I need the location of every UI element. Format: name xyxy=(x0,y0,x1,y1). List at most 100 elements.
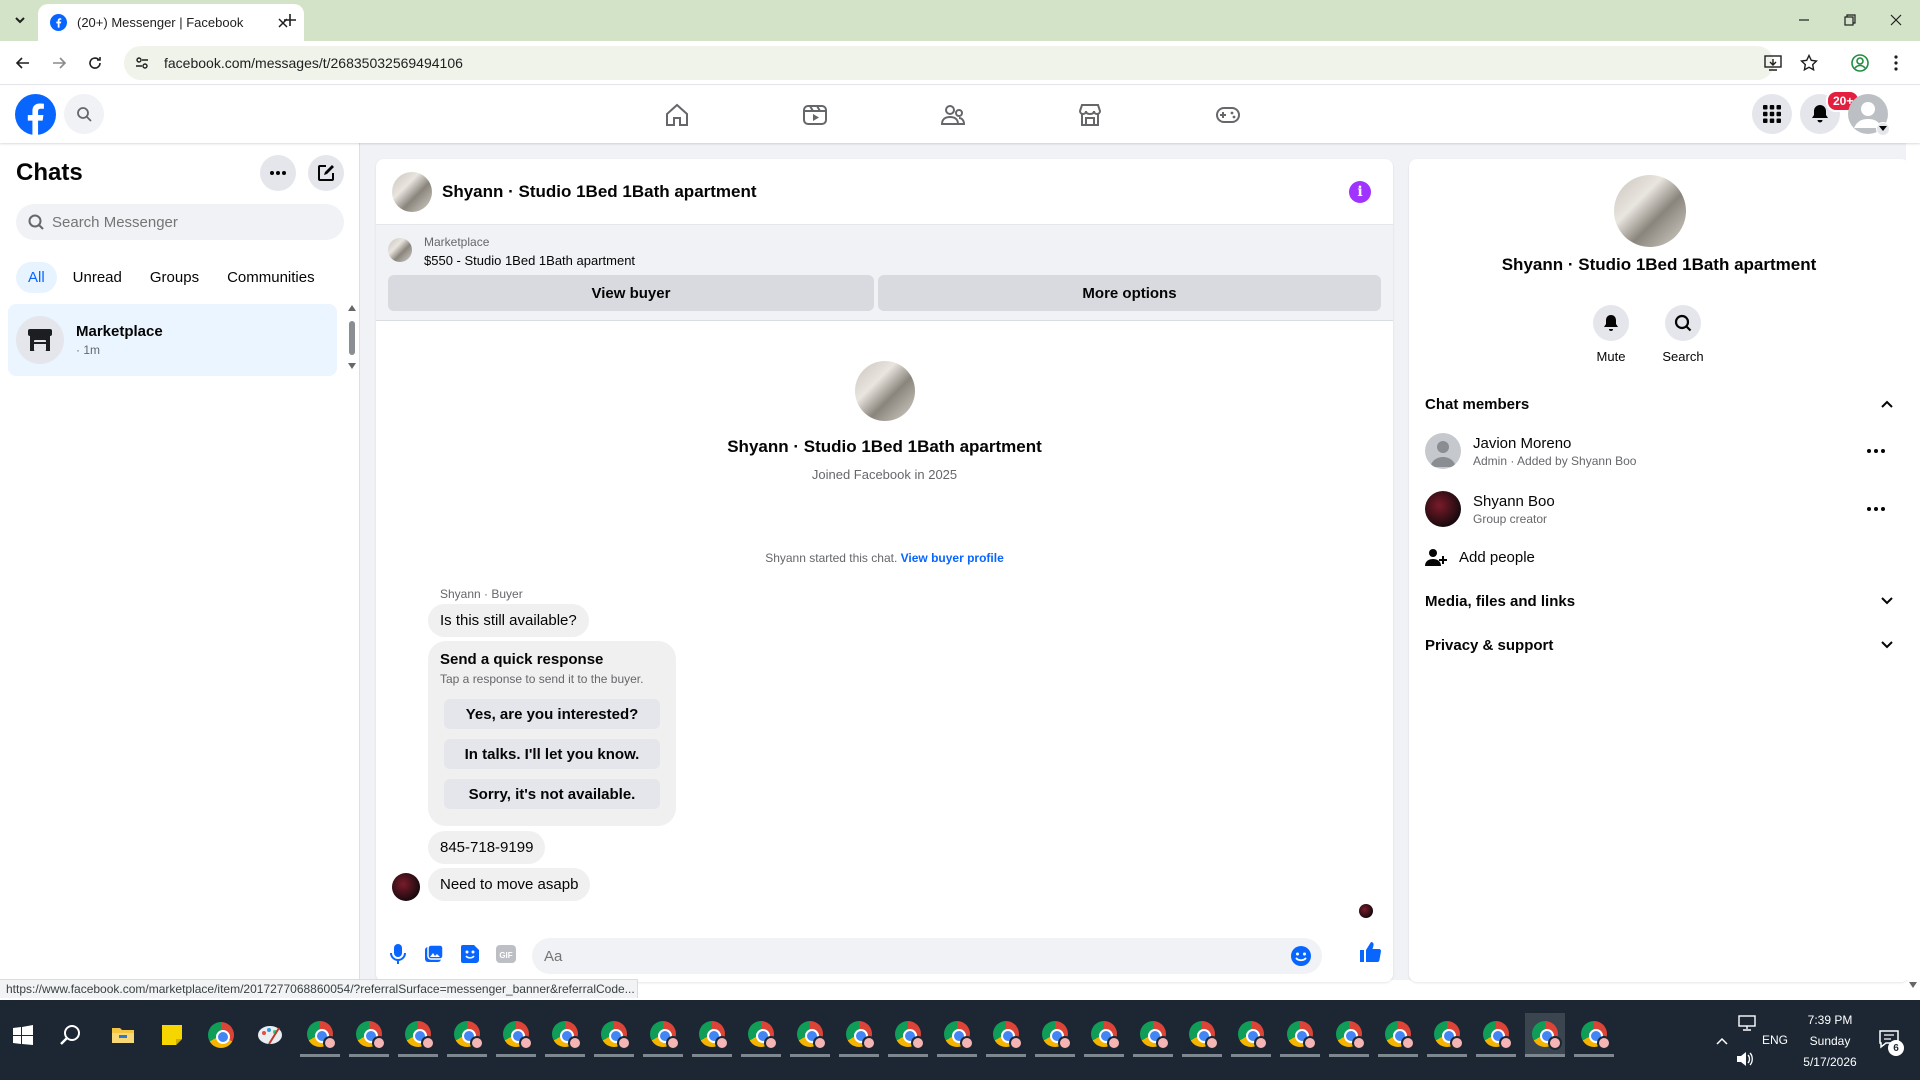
gaming-icon[interactable] xyxy=(1172,86,1284,143)
install-app-icon[interactable] xyxy=(1764,54,1782,72)
new-message-button[interactable] xyxy=(308,155,344,191)
browser-menu-icon[interactable] xyxy=(1884,51,1908,75)
menu-grid-icon[interactable] xyxy=(1752,94,1792,134)
chat-members-section[interactable]: Chat members xyxy=(1425,386,1893,422)
profile-photo[interactable] xyxy=(854,361,915,421)
volume-icon[interactable] xyxy=(1730,1044,1760,1074)
facebook-search-icon[interactable] xyxy=(64,94,104,134)
scroll-down-icon[interactable] xyxy=(348,363,356,369)
member-options-icon[interactable] xyxy=(1867,507,1885,511)
facebook-logo-icon[interactable] xyxy=(15,94,56,135)
filter-unread[interactable]: Unread xyxy=(61,262,134,293)
chrome-profile-window-icon[interactable] xyxy=(888,1013,928,1057)
gif-icon[interactable]: GIF xyxy=(494,942,518,966)
chrome-profile-window-icon[interactable] xyxy=(545,1013,585,1057)
microphone-icon[interactable] xyxy=(386,942,410,966)
chrome-profile-window-icon[interactable] xyxy=(1574,1013,1614,1057)
chrome-profile-window-icon[interactable] xyxy=(1329,1013,1369,1057)
new-tab-icon[interactable] xyxy=(280,10,300,30)
conversation-title[interactable]: Shyann · Studio 1Bed 1Bath apartment xyxy=(442,182,757,202)
chrome-profile-window-icon[interactable] xyxy=(937,1013,977,1057)
chrome-profile-window-icon[interactable] xyxy=(741,1013,781,1057)
message-input[interactable] xyxy=(544,947,1264,965)
chrome-icon[interactable] xyxy=(206,1020,236,1050)
details-avatar[interactable] xyxy=(1614,175,1686,247)
browser-tab[interactable]: (20+) Messenger | Facebook xyxy=(38,4,304,41)
bookmark-star-icon[interactable] xyxy=(1800,54,1818,72)
search-messenger-input[interactable] xyxy=(52,213,322,231)
quick-response-option[interactable]: Sorry, it's not available. xyxy=(444,779,660,809)
file-explorer-icon[interactable] xyxy=(108,1020,138,1050)
chevron-up-icon[interactable] xyxy=(1881,400,1893,408)
mute-bell-icon[interactable] xyxy=(1593,305,1629,341)
chrome-profile-window-icon[interactable] xyxy=(496,1013,536,1057)
clock[interactable]: 7:39 PM Sunday 5/17/2026 xyxy=(1790,1010,1870,1073)
page-scrollbar[interactable] xyxy=(1906,86,1920,988)
sticky-notes-icon[interactable] xyxy=(157,1020,187,1050)
privacy-support-section[interactable]: Privacy & support xyxy=(1425,627,1893,663)
taskbar-search-icon[interactable] xyxy=(56,1020,86,1050)
quick-response-option[interactable]: Yes, are you interested? xyxy=(444,699,660,729)
forward-icon[interactable] xyxy=(47,51,71,75)
marketplace-icon[interactable] xyxy=(1034,86,1146,143)
mute-action[interactable]: Mute xyxy=(1581,305,1641,364)
friends-icon[interactable] xyxy=(897,86,1009,143)
member-row[interactable]: Javion Moreno Admin · Added by Shyann Bo… xyxy=(1425,427,1893,475)
reload-icon[interactable] xyxy=(83,51,107,75)
address-bar[interactable]: facebook.com/messages/t/2683503256949410… xyxy=(124,46,1818,80)
search-action[interactable]: Search xyxy=(1653,305,1713,364)
chrome-profile-window-icon[interactable] xyxy=(300,1013,340,1057)
listing-thumbnail[interactable] xyxy=(388,238,412,262)
chat-list-item[interactable]: Marketplace · 1m xyxy=(8,304,337,376)
chrome-profile-window-icon[interactable] xyxy=(447,1013,487,1057)
chevron-down-icon[interactable] xyxy=(1881,597,1893,605)
chrome-profile-window-icon[interactable] xyxy=(1035,1013,1075,1057)
chat-list-scrollbar[interactable] xyxy=(349,321,355,355)
add-people-row[interactable]: Add people xyxy=(1425,539,1893,575)
back-icon[interactable] xyxy=(11,51,35,75)
profile-icon[interactable] xyxy=(1848,51,1872,75)
chrome-profile-window-icon[interactable] xyxy=(1280,1013,1320,1057)
sender-avatar[interactable] xyxy=(392,873,420,901)
filter-communities[interactable]: Communities xyxy=(215,262,327,293)
scroll-up-icon[interactable] xyxy=(348,305,356,311)
home-icon[interactable] xyxy=(621,86,733,143)
tab-search-icon[interactable] xyxy=(8,9,32,31)
conversation-info-icon[interactable]: i xyxy=(1349,181,1371,203)
paint-app-icon[interactable] xyxy=(255,1020,285,1050)
search-conversation-icon[interactable] xyxy=(1665,305,1701,341)
media-files-section[interactable]: Media, files and links xyxy=(1425,583,1893,619)
chrome-profile-window-icon[interactable] xyxy=(1133,1013,1173,1057)
site-info-icon[interactable] xyxy=(134,55,150,71)
listing-title[interactable]: $550 - Studio 1Bed 1Bath apartment xyxy=(424,253,635,268)
close-window-icon[interactable] xyxy=(1884,10,1908,30)
chrome-profile-window-icon[interactable] xyxy=(790,1013,830,1057)
restore-icon[interactable] xyxy=(1838,10,1862,30)
conversation-avatar[interactable] xyxy=(392,171,432,212)
emoji-icon[interactable] xyxy=(1290,945,1312,967)
language-indicator[interactable]: ENG xyxy=(1762,1033,1788,1047)
chrome-profile-window-icon[interactable] xyxy=(1378,1013,1418,1057)
chrome-profile-window-icon[interactable] xyxy=(839,1013,879,1057)
quick-response-option[interactable]: In talks. I'll let you know. xyxy=(444,739,660,769)
view-buyer-button[interactable]: View buyer xyxy=(388,275,874,311)
more-options-button[interactable]: More options xyxy=(878,275,1381,311)
chrome-profile-window-icon[interactable] xyxy=(349,1013,389,1057)
member-options-icon[interactable] xyxy=(1867,449,1885,453)
filter-all[interactable]: All xyxy=(16,262,57,293)
chrome-profile-window-icon[interactable] xyxy=(986,1013,1026,1057)
chrome-profile-window-icon[interactable] xyxy=(692,1013,732,1057)
chrome-profile-window-icon[interactable] xyxy=(1084,1013,1124,1057)
watch-icon[interactable] xyxy=(759,86,871,143)
minimize-icon[interactable] xyxy=(1792,10,1816,30)
filter-groups[interactable]: Groups xyxy=(138,262,211,293)
member-row[interactable]: Shyann Boo Group creator xyxy=(1425,485,1893,533)
chevron-down-icon[interactable] xyxy=(1881,641,1893,649)
chrome-profile-window-icon[interactable] xyxy=(1476,1013,1516,1057)
search-messenger-field[interactable] xyxy=(16,204,344,240)
chat-options-button[interactable] xyxy=(260,155,296,191)
chrome-profile-window-icon[interactable] xyxy=(1427,1013,1467,1057)
chrome-profile-window-icon[interactable] xyxy=(1231,1013,1271,1057)
like-thumb-icon[interactable] xyxy=(1358,940,1382,964)
chrome-profile-window-icon[interactable] xyxy=(1525,1013,1565,1057)
